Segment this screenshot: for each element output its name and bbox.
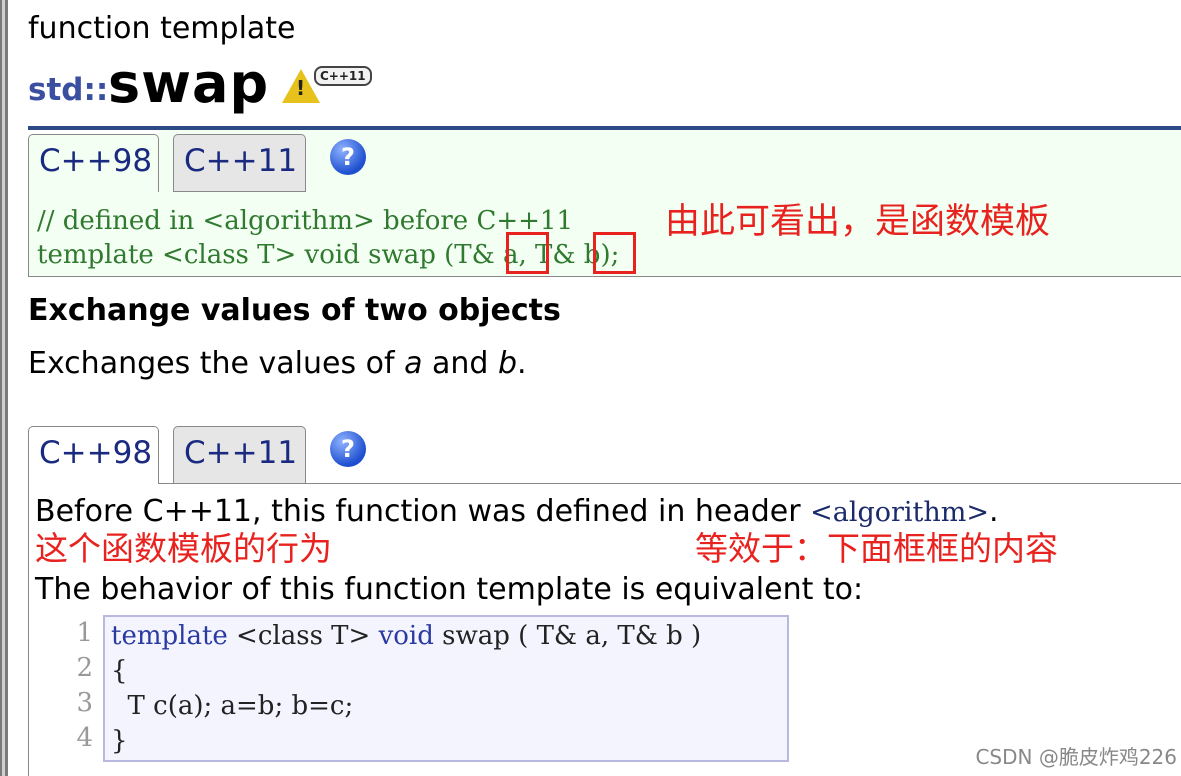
line-number: 1 (76, 618, 93, 648)
annotation-equivalent: 等效于：下面框框的内容 (695, 529, 1058, 568)
help-icon[interactable]: ? (330, 139, 366, 175)
annotation-behavior: 这个函数模板的行为 (35, 529, 332, 568)
tab-cpp11[interactable]: C++11 (173, 134, 306, 192)
highlight-box-param-a (506, 232, 549, 274)
left-edge-bar (0, 0, 8, 776)
page-kicker: function template (28, 11, 296, 46)
code-signature: swap ( T& a, T& b ) (433, 621, 702, 651)
section-description: Exchanges the values of a and b. (28, 346, 527, 382)
code-template-params: <class T> (227, 621, 379, 651)
behavior-panel: Before C++11, this function was defined … (28, 484, 1181, 776)
param-b: b (498, 346, 518, 381)
tab-cpp98[interactable]: C++98 (28, 426, 159, 484)
badge-label: C++11 (314, 66, 372, 86)
keyword-void: void (378, 621, 434, 651)
tab-strip (159, 130, 1181, 193)
header-note: Before C++11, this function was defined … (35, 494, 999, 531)
watermark: CSDN @脆皮炸鸡226 (975, 745, 1177, 769)
declaration-box: // defined in <algorithm> before C++11 t… (28, 192, 1181, 277)
code-line: { (111, 656, 128, 686)
line-number: 4 (76, 723, 93, 753)
declaration-tabs: C++98 C++11 ? (28, 130, 1181, 193)
help-icon[interactable]: ? (330, 431, 366, 467)
param-a: a (404, 346, 423, 381)
line-number: 3 (76, 688, 93, 718)
code-block: template <class T> void swap ( T& a, T& … (103, 615, 789, 762)
section-heading: Exchange values of two objects (28, 293, 561, 328)
header-link[interactable]: <algorithm> (810, 497, 989, 528)
warning-exclamation: ! (296, 76, 306, 100)
keyword-template: template (111, 621, 228, 651)
cpp11-warning-badge[interactable]: ! C++11 (282, 65, 372, 105)
highlight-box-param-b (593, 232, 636, 274)
description-prefix: Exchanges the values of (28, 346, 405, 381)
behavior-text: The behavior of this function template i… (35, 572, 864, 607)
code-line: template <class T> void swap ( T& a, T& … (111, 619, 701, 654)
code-line: T c(a); a=b; b=c; (111, 691, 354, 721)
line-number: 2 (76, 653, 93, 683)
tab-cpp11[interactable]: C++11 (173, 426, 306, 484)
behavior-tabs: C++98 C++11 ? (28, 422, 1181, 484)
declaration-comment: // defined in <algorithm> before C++11 (37, 206, 573, 236)
header-note-prefix: Before C++11, this function was defined … (35, 494, 811, 529)
namespace-label: std:: (28, 72, 109, 108)
tab-cpp98[interactable]: C++98 (28, 134, 159, 192)
function-name: swap (108, 52, 270, 115)
description-mid: and (422, 346, 498, 381)
header-note-suffix: . (989, 494, 999, 529)
annotation-function-template: 由此可看出，是函数模板 (665, 202, 1051, 242)
code-line: } (111, 726, 128, 756)
description-suffix: . (517, 346, 527, 381)
